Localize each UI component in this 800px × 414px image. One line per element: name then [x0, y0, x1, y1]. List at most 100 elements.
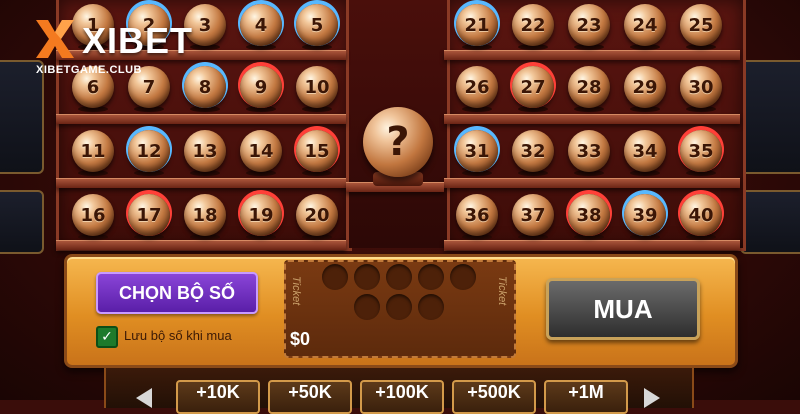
- ball-number: 16: [80, 204, 106, 226]
- xibet-x-icon: [36, 20, 74, 58]
- number-ball-14[interactable]: 14: [240, 130, 282, 172]
- number-ball-32[interactable]: 32: [512, 130, 554, 172]
- number-ball-11[interactable]: 11: [72, 130, 114, 172]
- number-ball-18[interactable]: 18: [184, 194, 226, 236]
- ticket-amount: $0: [290, 329, 311, 349]
- ball-number: 33: [576, 140, 602, 162]
- shelf-board: [444, 114, 740, 124]
- ball-number: 9: [254, 76, 268, 98]
- number-ball-24[interactable]: 24: [624, 4, 666, 46]
- ball-number: 24: [632, 14, 658, 36]
- ball-number: 21: [464, 14, 490, 36]
- choose-numbers-button[interactable]: CHỌN BỘ SỐ: [96, 272, 258, 314]
- number-ball-26[interactable]: 26: [456, 66, 498, 108]
- number-ball-38[interactable]: 38: [568, 194, 610, 236]
- ticket-label-right: Ticket: [496, 276, 508, 306]
- shelf-board: [444, 50, 740, 60]
- bet-1m-button[interactable]: +1M: [544, 380, 628, 414]
- number-ball-21[interactable]: 21: [456, 4, 498, 46]
- number-ball-40[interactable]: 40: [680, 194, 722, 236]
- ticket-slot: [354, 294, 380, 320]
- bet-10k-button[interactable]: +10K: [176, 380, 260, 414]
- bet-50k-button[interactable]: +50K: [268, 380, 352, 414]
- ball-number: 40: [688, 204, 714, 226]
- shelf-board: [56, 178, 346, 188]
- ball-number: 3: [198, 14, 212, 36]
- buy-button[interactable]: MUA: [546, 278, 700, 340]
- ticket-slot: [450, 264, 476, 290]
- ball-number: 15: [304, 140, 330, 162]
- number-ball-36[interactable]: 36: [456, 194, 498, 236]
- ball-number: 19: [248, 204, 274, 226]
- save-numbers-checkbox[interactable]: ✓: [96, 326, 118, 348]
- ball-number: 26: [464, 76, 490, 98]
- ball-number: 6: [86, 76, 100, 98]
- mystery-ball-symbol: ?: [386, 119, 410, 165]
- number-ball-13[interactable]: 13: [184, 130, 226, 172]
- ball-number: 7: [142, 76, 156, 98]
- number-ball-29[interactable]: 29: [624, 66, 666, 108]
- number-ball-31[interactable]: 31: [456, 130, 498, 172]
- ball-number: 18: [192, 204, 218, 226]
- ticket-panel: Ticket Ticket: [284, 260, 516, 358]
- number-ball-12[interactable]: 12: [128, 130, 170, 172]
- ball-number: 39: [632, 204, 658, 226]
- ball-number: 5: [310, 14, 324, 36]
- ball-number: 31: [464, 140, 490, 162]
- number-ball-22[interactable]: 22: [512, 4, 554, 46]
- number-ball-5[interactable]: 5: [296, 4, 338, 46]
- ticket-slot: [386, 294, 412, 320]
- ball-number: 35: [688, 140, 714, 162]
- ticket-slot: [386, 264, 412, 290]
- ball-number: 13: [192, 140, 218, 162]
- bet-prev-arrow[interactable]: [136, 388, 152, 408]
- ball-number: 20: [304, 204, 330, 226]
- number-ball-17[interactable]: 17: [128, 194, 170, 236]
- ball-number: 12: [136, 140, 162, 162]
- number-ball-25[interactable]: 25: [680, 4, 722, 46]
- left-side-panel-lower: [0, 190, 44, 254]
- ball-number: 22: [520, 14, 546, 36]
- ball-number: 8: [198, 76, 212, 98]
- left-side-panel: [0, 60, 44, 174]
- ball-number: 34: [632, 140, 658, 162]
- ticket-slot: [322, 264, 348, 290]
- bet-next-arrow[interactable]: [644, 388, 660, 408]
- ball-number: 25: [688, 14, 714, 36]
- ball-number: 32: [520, 140, 546, 162]
- number-ball-33[interactable]: 33: [568, 130, 610, 172]
- ball-number: 38: [576, 204, 602, 226]
- number-ball-27[interactable]: 27: [512, 66, 554, 108]
- brand-name: XIBET: [82, 20, 194, 61]
- number-ball-15[interactable]: 15: [296, 130, 338, 172]
- ball-number: 17: [136, 204, 162, 226]
- ball-number: 11: [80, 140, 106, 162]
- ticket-label-left: Ticket: [290, 276, 302, 306]
- game-stage: 1 2 3 4 5 6 7 8 9 10 11 12 13 14 15 16 17 18 19 20 21 22 23 24 2…: [0, 0, 800, 414]
- ticket-slot: [354, 264, 380, 290]
- number-ball-9[interactable]: 9: [240, 66, 282, 108]
- number-ball-35[interactable]: 35: [680, 130, 722, 172]
- number-ball-37[interactable]: 37: [512, 194, 554, 236]
- shelf-board: [56, 240, 346, 250]
- number-ball-19[interactable]: 19: [240, 194, 282, 236]
- number-ball-28[interactable]: 28: [568, 66, 610, 108]
- number-ball-20[interactable]: 20: [296, 194, 338, 236]
- ticket-slot: [418, 264, 444, 290]
- ticket-slot: [418, 294, 444, 320]
- bet-100k-button[interactable]: +100K: [360, 380, 444, 414]
- number-ball-8[interactable]: 8: [184, 66, 226, 108]
- brand-site: XIBETGAME.CLUB: [36, 64, 142, 76]
- ball-number: 28: [576, 76, 602, 98]
- number-ball-30[interactable]: 30: [680, 66, 722, 108]
- right-side-panel: [740, 60, 800, 174]
- number-ball-10[interactable]: 10: [296, 66, 338, 108]
- number-ball-4[interactable]: 4: [240, 4, 282, 46]
- number-ball-23[interactable]: 23: [568, 4, 610, 46]
- number-ball-39[interactable]: 39: [624, 194, 666, 236]
- number-ball-16[interactable]: 16: [72, 194, 114, 236]
- ball-number: 29: [632, 76, 658, 98]
- number-ball-34[interactable]: 34: [624, 130, 666, 172]
- bet-500k-button[interactable]: +500K: [452, 380, 536, 414]
- ball-number: 36: [464, 204, 490, 226]
